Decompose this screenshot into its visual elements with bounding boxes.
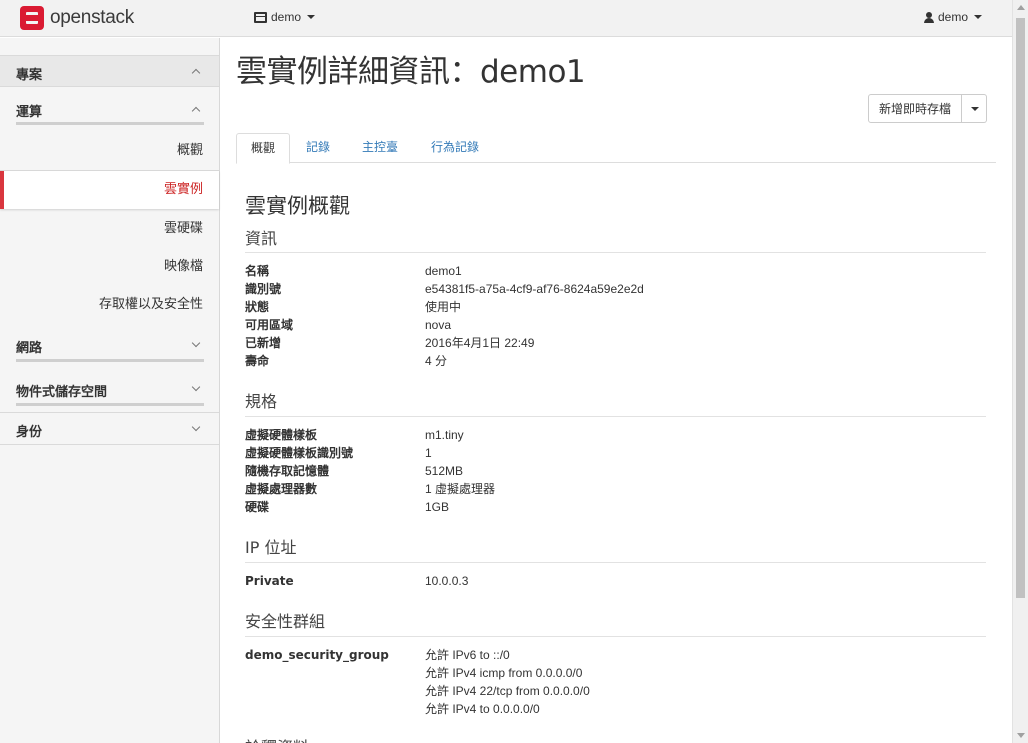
project-icon (254, 11, 267, 23)
sidebar-separator (0, 412, 219, 413)
overview-title: 雲實例概觀 (245, 194, 350, 218)
openstack-logo[interactable]: openstack (20, 6, 134, 30)
section-divider (245, 252, 986, 253)
info-section-title: 資訊 (245, 229, 278, 248)
detail-key: 虛擬硬體樣板識別號 (245, 446, 354, 460)
openstack-logo-icon (20, 6, 44, 30)
detail-key: 可用區域 (245, 318, 294, 332)
detail-key: 狀態 (245, 300, 270, 314)
sidebar-divider (16, 122, 204, 125)
user-icon (923, 11, 934, 23)
detail-key: 隨機存取記憶體 (245, 464, 330, 478)
tab-console[interactable]: 主控臺 (348, 133, 412, 163)
detail-value: 1 (425, 446, 432, 460)
detail-value: m1.tiny (425, 428, 464, 442)
actions-dropdown-toggle[interactable] (962, 94, 987, 123)
sidebar-section-project[interactable]: 專案 (0, 55, 219, 87)
sidebar-item-access-security[interactable]: 存取權以及安全性 (0, 286, 219, 324)
detail-value: 10.0.0.3 (425, 574, 469, 588)
chevron-down-icon (191, 422, 201, 432)
project-name: demo (271, 10, 302, 24)
detail-key: 識別號 (245, 282, 282, 296)
section-divider (245, 416, 986, 417)
caret-down-icon (974, 15, 982, 19)
chevron-up-icon (191, 68, 201, 78)
brand-text: openstack (50, 7, 134, 28)
instance-tabs: 概觀 記錄 主控臺 行為記錄 (236, 133, 996, 164)
detail-value: e54381f5-a75a-4cf9-af76-8624a59e2e2d (425, 282, 644, 296)
specs-section-title: 規格 (245, 392, 278, 411)
detail-value: 2016年4月1日 22:49 (425, 336, 535, 350)
sidebar-heading-identity: 身份 (16, 425, 43, 440)
user-menu[interactable]: demo (923, 10, 982, 24)
security-rule-text: 允許 IPv4 to 0.0.0.0/0 (425, 702, 540, 716)
security-rule-text: 允許 IPv6 to ::/0 (425, 648, 510, 662)
detail-value: 1GB (425, 500, 450, 514)
tab-overview[interactable]: 概觀 (236, 133, 291, 164)
sidebar-heading-network: 網路 (16, 341, 43, 356)
caret-down-icon (971, 106, 979, 111)
sidebar-divider (16, 403, 204, 406)
chevron-down-icon (191, 382, 201, 392)
security-rule-text: 允許 IPv4 22/tcp from 0.0.0.0/0 (425, 684, 590, 698)
detail-value: 使用中 (425, 300, 462, 314)
sidebar-divider (16, 359, 204, 362)
detail-value: nova (425, 318, 452, 332)
security-rule-text: 允許 IPv4 icmp from 0.0.0.0/0 (425, 666, 583, 680)
tab-log[interactable]: 記錄 (292, 133, 344, 163)
sidebar-item-overview[interactable]: 概觀 (0, 132, 219, 170)
project-selector[interactable]: demo (254, 10, 316, 24)
chevron-up-icon (191, 106, 201, 116)
detail-key: 硬碟 (245, 500, 270, 514)
detail-key: Private (245, 574, 294, 588)
tab-action-log[interactable]: 行為記錄 (417, 133, 493, 163)
security-section-title: 安全性群組 (245, 612, 326, 631)
sidebar-separator (0, 444, 219, 445)
top-navbar: openstack demo demo (0, 0, 1012, 37)
section-divider (245, 562, 986, 563)
sidebar: 專案 運算 概觀 雲實例 雲硬碟 映像檔 存取權以及安全性 網路 物件式儲存空間… (0, 38, 220, 743)
detail-value: 4 分 (425, 354, 448, 368)
detail-value: 1 虛擬處理器 (425, 482, 496, 496)
caret-down-icon (307, 15, 316, 19)
sidebar-item-volumes[interactable]: 雲硬碟 (0, 210, 219, 248)
detail-key: 名稱 (245, 264, 270, 278)
detail-key: 已新增 (245, 336, 282, 350)
user-name: demo (937, 10, 968, 24)
page-title: 雲實例詳細資訊：demo1 (236, 54, 586, 90)
detail-key: 虛擬處理器數 (245, 482, 318, 496)
chevron-down-icon (191, 338, 201, 348)
create-snapshot-button[interactable]: 新增即時存檔 (868, 94, 962, 123)
detail-key: 壽命 (245, 354, 270, 368)
page-scrollbar[interactable] (1012, 0, 1028, 743)
sidebar-heading-object-storage: 物件式儲存空間 (16, 385, 108, 400)
security-group-name: demo_security_group (245, 648, 389, 662)
sidebar-heading-project: 專案 (16, 68, 43, 83)
metadata-section-title: 詮釋資料 (245, 734, 986, 743)
sidebar-item-images[interactable]: 映像檔 (0, 248, 219, 286)
sidebar-item-instances[interactable]: 雲實例 (0, 171, 219, 209)
sidebar-heading-compute: 運算 (16, 105, 43, 120)
detail-key: 虛擬硬體樣板 (245, 428, 318, 442)
snapshot-button-group: 新增即時存檔 (868, 94, 987, 123)
section-divider (245, 636, 986, 637)
scroll-down-arrow-icon[interactable] (1017, 733, 1025, 738)
scroll-thumb[interactable] (1016, 18, 1025, 598)
detail-value: demo1 (425, 264, 462, 278)
scroll-up-arrow-icon[interactable] (1017, 5, 1025, 10)
detail-value: 512MB (425, 464, 464, 478)
ip-section-title: IP 位址 (245, 538, 297, 557)
